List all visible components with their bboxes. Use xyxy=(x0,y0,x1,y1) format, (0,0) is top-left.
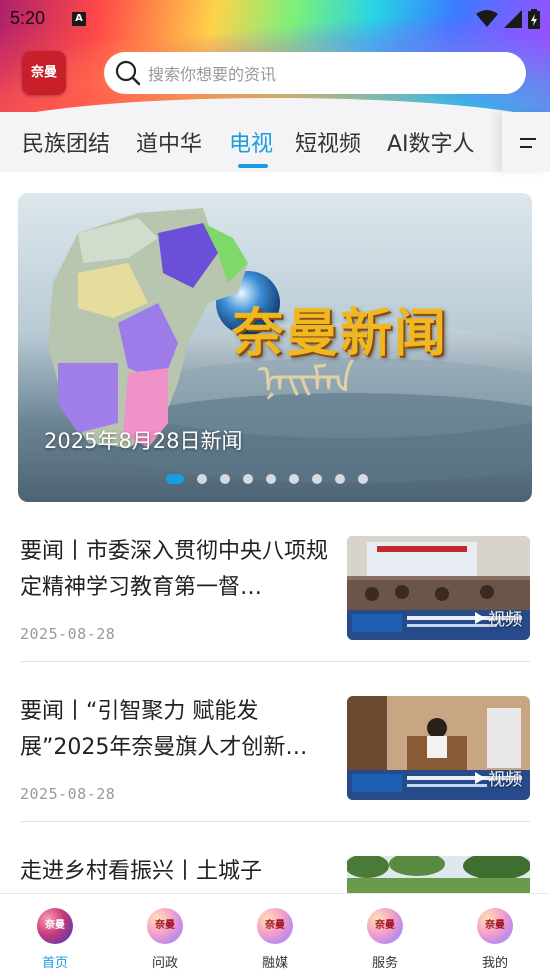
home-icon: 奈曼 xyxy=(37,908,73,944)
app-notification-icon: A xyxy=(72,12,86,26)
carousel-dot[interactable] xyxy=(335,474,345,484)
news-date: 2025-08-28 xyxy=(20,785,116,803)
nav-wenzheng[interactable]: 奈曼 问政 xyxy=(125,908,205,971)
carousel-dot[interactable] xyxy=(312,474,322,484)
video-badge: 视频 xyxy=(474,765,522,790)
banner-carousel[interactable]: ᠨᠠᠢᠮᠠᠨ 奈曼新闻 2025年8月28日新闻 xyxy=(18,193,532,502)
carousel-dot[interactable] xyxy=(197,474,207,484)
signal-icon xyxy=(504,10,522,28)
tabs-menu-button[interactable] xyxy=(502,112,550,172)
nav-mine[interactable]: 奈曼 我的 xyxy=(455,908,535,971)
nav-service[interactable]: 奈曼 服务 xyxy=(345,908,425,971)
tab-tv[interactable]: 电视 xyxy=(229,126,273,158)
video-badge-label: 视频 xyxy=(488,770,522,790)
search-icon xyxy=(115,60,141,86)
carousel-dot[interactable] xyxy=(266,474,276,484)
play-icon xyxy=(475,771,485,784)
banner-logo-text: 奈曼新闻 xyxy=(232,303,449,364)
app-logo[interactable]: 奈曼 xyxy=(22,51,66,95)
nav-home[interactable]: 奈曼 首页 xyxy=(15,908,95,971)
carousel-dot[interactable] xyxy=(358,474,368,484)
play-icon xyxy=(475,611,485,624)
carousel-dots xyxy=(166,474,368,484)
tab-ai-digital-human[interactable]: AI数字人 xyxy=(387,126,475,158)
news-item[interactable]: 走进乡村看振兴丨土城子 xyxy=(20,854,530,894)
village-photo xyxy=(347,856,530,894)
news-thumbnail: 视频 xyxy=(347,536,530,640)
news-thumbnail: 视频 xyxy=(347,696,530,800)
news-title: 要闻丨市委深入贯彻中央八项规定精神学习教育第一督… xyxy=(20,539,329,600)
search-bar[interactable]: 搜索你想要的资讯 xyxy=(104,52,526,94)
video-badge: 视频 xyxy=(474,605,522,630)
category-tabs: 民族团结 道中华 电视 短视频 AI数字人 xyxy=(0,112,550,172)
news-title: 要闻丨“引智聚力 赋能发展”2025年奈曼旗人才创新… xyxy=(20,699,308,760)
profile-icon: 奈曼 xyxy=(477,908,513,944)
nav-label: 首页 xyxy=(41,956,68,971)
news-title: 走进乡村看振兴丨土城子 xyxy=(20,859,263,884)
nav-label: 问政 xyxy=(151,956,178,971)
nav-label: 融媒 xyxy=(261,956,288,971)
carousel-dot-active[interactable] xyxy=(166,474,184,484)
active-tab-indicator xyxy=(238,164,268,168)
news-item[interactable]: 要闻丨“引智聚力 赋能发展”2025年奈曼旗人才创新… 2025-08-28 视… xyxy=(20,694,530,803)
status-time: 5:20 xyxy=(10,8,46,28)
tab-short-video[interactable]: 短视频 xyxy=(295,126,361,158)
carousel-dot[interactable] xyxy=(220,474,230,484)
divider xyxy=(20,661,530,662)
wenzheng-icon: 奈曼 xyxy=(147,908,183,944)
banner-caption: 2025年8月28日新闻 xyxy=(44,429,243,453)
menu-icon xyxy=(520,138,536,148)
rongmei-icon: 奈曼 xyxy=(257,908,293,944)
status-bar: 5:20 A xyxy=(0,0,550,38)
tab-dao-zhonghua[interactable]: 道中华 xyxy=(136,126,202,158)
nav-label: 服务 xyxy=(371,956,398,971)
news-item[interactable]: 要闻丨市委深入贯彻中央八项规定精神学习教育第一督… 2025-08-28 视频 xyxy=(20,534,530,643)
bottom-navigation: 奈曼 首页 奈曼 问政 奈曼 融媒 奈曼 服务 奈曼 我的 xyxy=(0,893,550,979)
carousel-dot[interactable] xyxy=(289,474,299,484)
search-placeholder: 搜索你想要的资讯 xyxy=(148,65,277,84)
service-icon: 奈曼 xyxy=(367,908,403,944)
status-icons xyxy=(476,9,540,29)
nav-label: 我的 xyxy=(481,956,508,971)
tab-minzu-tuanjie[interactable]: 民族团结 xyxy=(22,126,110,158)
divider xyxy=(20,821,530,822)
video-badge-label: 视频 xyxy=(488,610,522,630)
wifi-icon xyxy=(476,10,498,27)
battery-icon xyxy=(528,9,540,29)
news-date: 2025-08-28 xyxy=(20,625,116,643)
news-thumbnail xyxy=(347,856,530,894)
carousel-dot[interactable] xyxy=(243,474,253,484)
nav-rongmei[interactable]: 奈曼 融媒 xyxy=(235,908,315,971)
